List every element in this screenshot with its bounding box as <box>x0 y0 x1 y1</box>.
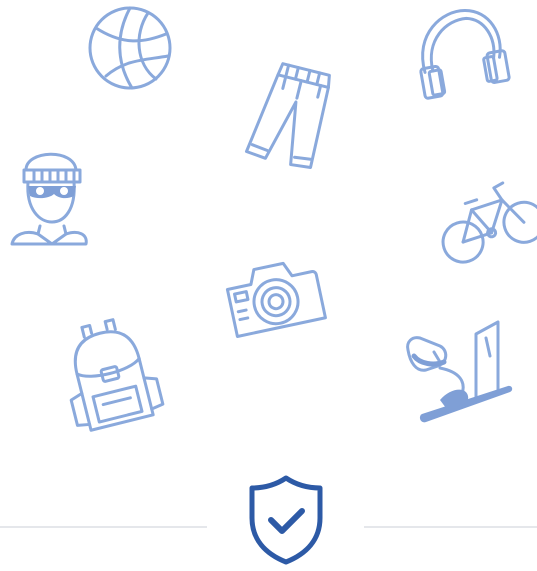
security-illustration <box>0 0 537 569</box>
desk-lamp-icon <box>400 316 516 428</box>
camera-icon <box>224 252 327 342</box>
bicycle-icon <box>436 172 537 272</box>
divider-right <box>364 526 537 528</box>
backpack-icon <box>60 316 165 432</box>
headphones-icon <box>410 6 511 100</box>
shield-check-icon <box>246 474 326 566</box>
jeans-icon <box>244 62 342 174</box>
basketball-icon <box>86 4 176 92</box>
divider-left <box>0 526 207 528</box>
burglar-icon <box>10 140 90 248</box>
